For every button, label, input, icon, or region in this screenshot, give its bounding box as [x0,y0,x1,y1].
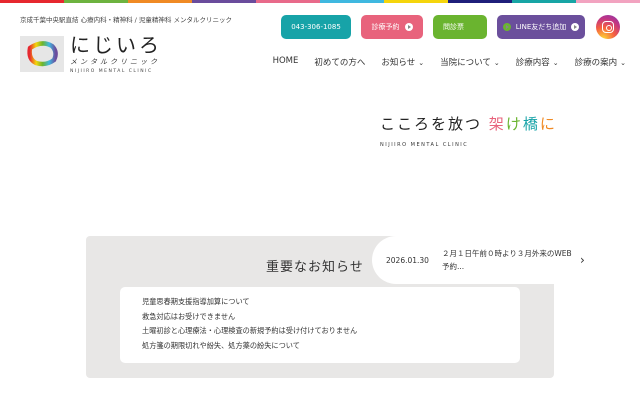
arrow-circle-icon [404,23,413,31]
chevron-down-icon: ⌄ [620,59,626,67]
nav-first-visit[interactable]: 初めての方へ [314,56,365,68]
nav-about[interactable]: 当院について ⌄ [440,56,500,68]
notice-item[interactable]: 土曜初診と心理療法・心理検査の新規予約は受け付けておりません [142,324,498,339]
news-ticker[interactable]: 2026.01.30 ２月１日午前０時より３月外来のWEB予約... › [372,236,612,284]
line-label: LINE友だち追加 [515,23,567,31]
nav-label: 診療の案内 [574,58,618,68]
news-date: 2026.01.30 [386,255,429,265]
nav-label: お知らせ [381,58,416,68]
questionnaire-button[interactable]: 問診票 [433,15,487,39]
logo-mark-icon [20,36,64,72]
important-notice-title: 重要なお知らせ [266,260,364,275]
reservation-button[interactable]: 診療予約 [361,15,423,39]
hero-accent: 橋 [522,115,540,133]
line-button[interactable]: LINE友だち追加 [497,15,585,39]
tagline: 京成千葉中央駅直結 心療内科・精神科 / 児童精神科 メンタルクリニック [20,16,232,24]
hero: こころを放つ 架け橋に NIJIIRO MENTAL CLINIC [380,113,557,148]
notice-item[interactable]: 救急対応はお受けできません [142,310,498,325]
notice-list: 児童思春期支援指導加算について 救急対応はお受けできません 土曜初診と心理療法・… [120,287,520,363]
phone-button[interactable]: 043-306-1085 [281,15,351,39]
logo-english: NIJIIRO MENTAL CLINIC [70,69,153,74]
nav-label: 診療内容 [515,58,550,68]
notice-item[interactable]: 児童思春期支援指導加算について [142,295,498,310]
nav-services[interactable]: 診療内容 ⌄ [516,56,559,68]
chevron-right-icon[interactable]: › [580,253,585,267]
instagram-icon[interactable] [596,15,620,39]
notice-item[interactable]: 処方箋の期限切れや紛失、処方薬の紛失について [142,339,498,354]
nav-news[interactable]: お知らせ ⌄ [381,56,424,68]
phone-number: 043-306-1085 [291,23,341,31]
hero-accent: 架 [488,115,506,133]
hero-title: こころを放つ 架け橋に [380,113,557,134]
reservation-label: 診療予約 [371,23,400,31]
main-nav: HOME 初めての方へ お知らせ ⌄ 当院について ⌄ 診療内容 ⌄ 診療の案内 ⌄ [273,56,626,68]
hero-accent: け [505,115,523,133]
chevron-down-icon: ⌄ [552,59,559,67]
questionnaire-label: 問診票 [443,23,464,31]
logo[interactable]: にじいろ メンタルクリニック NIJIIRO MENTAL CLINIC [20,34,162,74]
nav-home[interactable]: HOME [273,56,299,68]
nav-label: 初めての方へ [314,58,366,68]
nav-label: HOME [272,56,299,66]
line-icon [502,23,511,31]
rainbow-bar [0,0,640,3]
chevron-down-icon: ⌄ [493,59,500,67]
hero-accent: に [539,115,557,133]
logo-title: にじいろ [70,33,162,57]
chevron-down-icon: ⌄ [418,59,425,67]
nav-label: 当院について [440,58,491,68]
hero-title-main: こころを放つ [380,115,483,133]
news-text: ２月１日午前０時より３月外来のWEB予約... [442,249,572,271]
logo-subtitle: メンタルクリニック [70,58,160,66]
nav-guide[interactable]: 診療の案内 ⌄ [575,56,626,68]
arrow-circle-icon [571,23,580,31]
hero-subtitle: NIJIIRO MENTAL CLINIC [380,142,469,148]
